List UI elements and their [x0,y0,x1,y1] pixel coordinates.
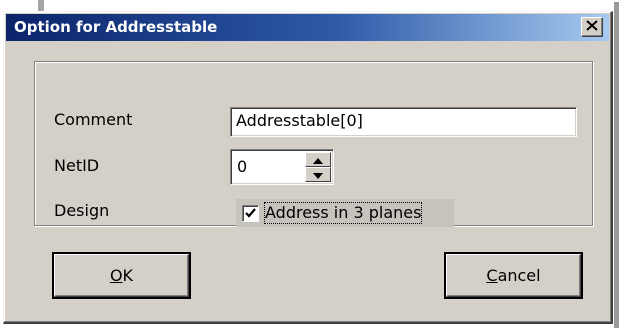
ok-label-rest: K [122,266,134,285]
spin-down-arrow-icon [313,166,323,184]
netid-value[interactable]: 0 [237,156,247,178]
comment-input[interactable]: Addresstable[0] [230,107,577,137]
design-label: Design [54,201,110,220]
background-window-edge-right [614,2,619,328]
address-3-planes-option[interactable]: Address in 3 planes [236,199,454,227]
close-x-icon [586,18,598,36]
comment-label: Comment [54,110,133,129]
ok-mnemonic: O [109,266,123,285]
checkmark-icon [245,205,256,223]
close-button[interactable] [581,17,603,37]
netid-spinbox[interactable]: 0 [230,149,334,185]
address-3-planes-label[interactable]: Address in 3 planes [263,202,423,224]
netid-label: NetID [54,156,100,175]
cancel-mnemonic: C [486,266,498,285]
dialog-title: Option for Addresstable [14,18,218,36]
cancel-label-rest: ancel [497,266,541,285]
ok-button[interactable]: OK [54,254,189,297]
spin-down-button[interactable] [305,167,331,182]
screen: Option for Addresstable Comment Addresst… [0,0,619,328]
dialog-titlebar[interactable]: Option for Addresstable [6,14,609,41]
cancel-button[interactable]: Cancel [446,254,581,297]
address-3-planes-checkbox[interactable] [242,205,259,222]
